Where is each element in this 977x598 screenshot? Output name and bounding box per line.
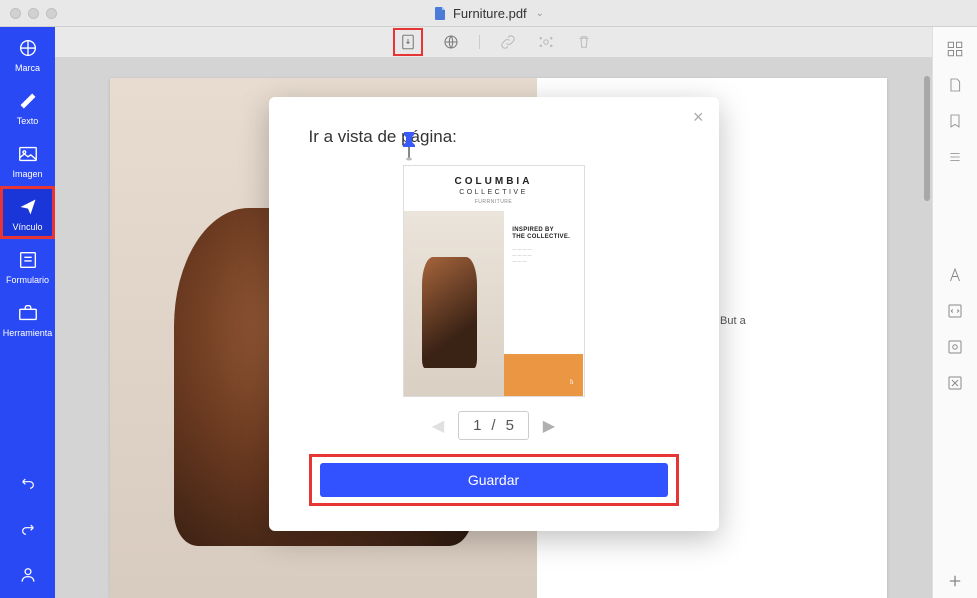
- thumbnail-header: COLUMBIA COLLECTIVE FURRNITURE: [404, 166, 584, 211]
- left-sidebar: Marca Texto Imagen Vínculo Formulario He…: [0, 27, 55, 598]
- rail-attach[interactable]: [938, 330, 972, 364]
- page-thumbnail[interactable]: COLUMBIA COLLECTIVE FURRNITURE INSPIRED …: [403, 165, 585, 397]
- save-button-highlight: Guardar: [309, 454, 679, 506]
- marker-icon: [17, 37, 39, 59]
- document-title-wrap[interactable]: Furniture.pdf ⌄: [433, 6, 544, 21]
- rail-thumbnails[interactable]: [938, 32, 972, 66]
- goto-page-modal: × Ir a vista de página: COLUMBIA COLLECT…: [269, 97, 719, 531]
- attachment-link-button: [498, 32, 518, 52]
- rail-bookmark[interactable]: [938, 104, 972, 138]
- pdf-file-icon: [433, 6, 447, 20]
- page-navigator: ◀ 1 / 5 ▶: [309, 411, 679, 440]
- undo-icon: [17, 472, 39, 494]
- rail-code[interactable]: [938, 294, 972, 328]
- sidebar-label-herramienta: Herramienta: [3, 328, 53, 338]
- maximize-window-dot[interactable]: [46, 8, 57, 19]
- sidebar-item-imagen[interactable]: Imagen: [0, 133, 55, 186]
- rail-settings[interactable]: [938, 366, 972, 400]
- save-button[interactable]: Guardar: [320, 463, 668, 497]
- sidebar-redo[interactable]: [0, 506, 55, 552]
- total-pages-number: 5: [506, 417, 514, 434]
- thumbnail-text: INSPIRED BYTHE COLLECTIVE. — — — —— — — …: [504, 211, 583, 354]
- minimize-window-dot[interactable]: [28, 8, 39, 19]
- sidebar-label-texto: Texto: [17, 116, 39, 126]
- modal-title: Ir a vista de página:: [309, 127, 679, 147]
- sidebar-label-imagen: Imagen: [12, 169, 42, 179]
- modal-close-button[interactable]: ×: [693, 107, 704, 128]
- sidebar-item-texto[interactable]: Texto: [0, 80, 55, 133]
- sidebar-item-vinculo[interactable]: Vínculo: [0, 186, 55, 239]
- close-window-dot[interactable]: [10, 8, 21, 19]
- rail-add[interactable]: [938, 564, 972, 598]
- page-link-button[interactable]: [398, 32, 418, 52]
- link-arrow-icon: [17, 196, 39, 218]
- sidebar-item-formulario[interactable]: Formulario: [0, 239, 55, 292]
- rail-outline[interactable]: [938, 140, 972, 174]
- window-controls: [10, 8, 57, 19]
- sidebar-item-marca[interactable]: Marca: [0, 27, 55, 80]
- rail-font[interactable]: [938, 258, 972, 292]
- delete-link-button: [574, 32, 594, 52]
- sidebar-undo[interactable]: [0, 460, 55, 506]
- title-dropdown-caret: ⌄: [536, 8, 544, 19]
- thumbnail-brand: COLUMBIA: [404, 176, 584, 187]
- right-rail: [932, 27, 977, 598]
- edit-link-button: [536, 32, 556, 52]
- page-separator: /: [491, 417, 495, 434]
- pencil-icon: [17, 90, 39, 112]
- current-page-number: 1: [473, 417, 481, 434]
- thumbnail-image: [404, 211, 505, 396]
- sidebar-label-formulario: Formulario: [6, 275, 49, 285]
- redo-icon: [17, 518, 39, 540]
- document-title: Furniture.pdf: [453, 6, 527, 21]
- rail-page[interactable]: [938, 68, 972, 102]
- page-number-box[interactable]: 1 / 5: [458, 411, 529, 440]
- sidebar-item-herramienta[interactable]: Herramienta: [0, 292, 55, 345]
- sidebar-label-vinculo: Vínculo: [12, 222, 42, 232]
- user-icon: [17, 564, 39, 586]
- thumbnail-accent: h: [504, 354, 583, 396]
- scrollbar-thumb[interactable]: [924, 76, 930, 201]
- prev-page-arrow: ◀: [430, 418, 446, 434]
- link-toolbar: [55, 27, 932, 58]
- next-page-arrow[interactable]: ▶: [541, 418, 557, 434]
- window-titlebar: Furniture.pdf ⌄: [0, 0, 977, 27]
- image-icon: [17, 143, 39, 165]
- thumbnail-tag: FURRNITURE: [404, 199, 584, 205]
- sidebar-label-marca: Marca: [15, 63, 40, 73]
- thumbnail-subbrand: COLLECTIVE: [404, 189, 584, 196]
- pushpin-icon: [399, 130, 419, 162]
- page-link-button-highlight: [393, 28, 423, 56]
- form-icon: [17, 249, 39, 271]
- web-link-button[interactable]: [441, 32, 461, 52]
- toolbar-separator: [479, 35, 480, 49]
- sidebar-user[interactable]: [0, 552, 55, 598]
- toolbox-icon: [17, 302, 39, 324]
